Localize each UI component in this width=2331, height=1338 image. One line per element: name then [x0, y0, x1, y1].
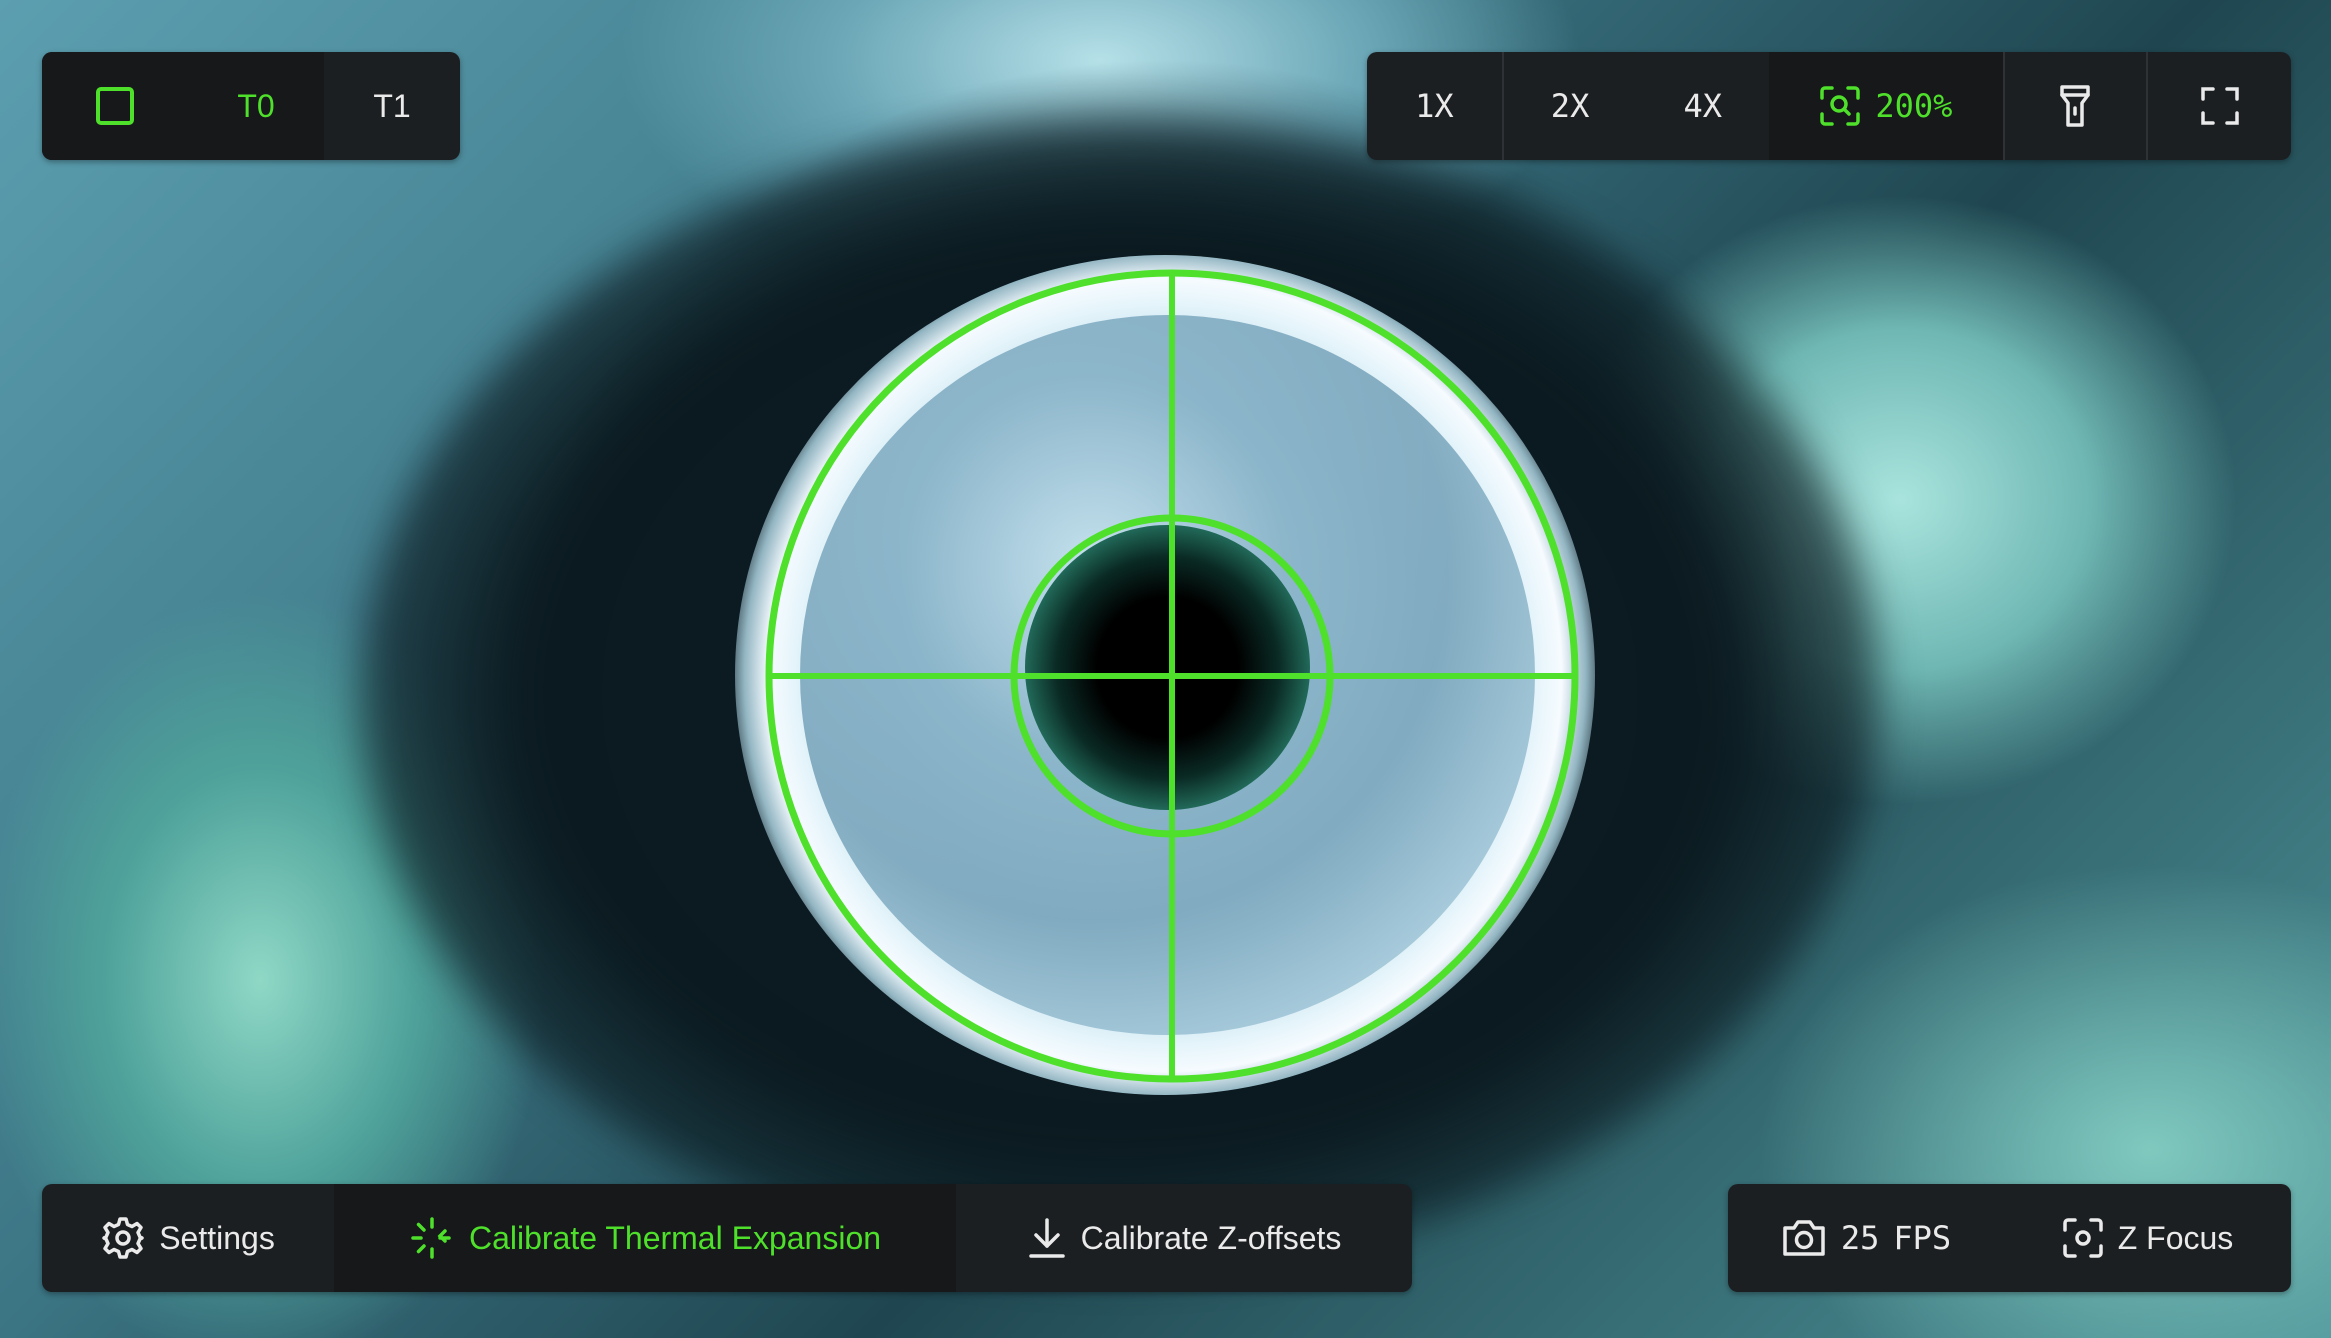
- calibrate-thermal-label: Calibrate Thermal Expansion: [468, 1219, 882, 1256]
- z-focus-label: Z Focus: [2117, 1219, 2234, 1256]
- flashlight-icon: [2058, 84, 2092, 128]
- tool-select-button[interactable]: [42, 52, 188, 160]
- fullscreen-icon: [2200, 86, 2240, 126]
- camera-info: 25 FPS Z Focus: [1728, 1184, 2291, 1292]
- download-arrow-icon: [1027, 1216, 1067, 1260]
- fullscreen-button[interactable]: [2148, 52, 2291, 160]
- zoom-2x-label: 2X: [1550, 87, 1590, 125]
- zoom-scan-icon: [1819, 85, 1861, 127]
- gear-icon: [101, 1216, 145, 1260]
- zoom-2x-button[interactable]: 2X: [1504, 52, 1637, 160]
- calibrate-thermal-button[interactable]: Calibrate Thermal Expansion: [334, 1184, 956, 1292]
- calibrate-z-offsets-label: Calibrate Z-offsets: [1080, 1219, 1342, 1256]
- camera-feed: [0, 0, 2331, 1338]
- calibration-actions: Settings Calibrate Thermal Expansion Cal…: [42, 1184, 1412, 1292]
- fps-unit: FPS: [1893, 1219, 1952, 1257]
- tool-t1-label: T1: [373, 87, 411, 124]
- tool-t0-button[interactable]: T0: [188, 52, 324, 160]
- sparkle-loader-icon: [409, 1215, 455, 1261]
- tool-t1-button[interactable]: T1: [324, 52, 460, 160]
- zoom-value-button[interactable]: 200%: [1769, 52, 2003, 160]
- square-icon: [95, 86, 135, 126]
- z-focus-button[interactable]: Z Focus: [2004, 1184, 2291, 1292]
- zoom-4x-label: 4X: [1683, 87, 1723, 125]
- zoom-value: 200%: [1875, 87, 1953, 125]
- focus-icon: [2062, 1217, 2104, 1259]
- view-controls: 1X 2X 4X 200%: [1367, 52, 2291, 160]
- zoom-4x-button[interactable]: 4X: [1636, 52, 1769, 160]
- tool-t0-label: T0: [237, 87, 275, 124]
- settings-button[interactable]: Settings: [42, 1184, 334, 1292]
- zoom-1x-button[interactable]: 1X: [1367, 52, 1502, 160]
- settings-label: Settings: [159, 1219, 275, 1256]
- fps-value: 25: [1840, 1219, 1880, 1257]
- fps-indicator[interactable]: 25 FPS: [1728, 1184, 2004, 1292]
- zoom-1x-label: 1X: [1415, 87, 1454, 125]
- tool-selector: T0 T1: [42, 52, 460, 160]
- camera-icon: [1781, 1218, 1827, 1258]
- calibrate-z-offsets-button[interactable]: Calibrate Z-offsets: [956, 1184, 1412, 1292]
- light-toggle-button[interactable]: [2005, 52, 2147, 160]
- nozzle-orifice: [1025, 525, 1310, 810]
